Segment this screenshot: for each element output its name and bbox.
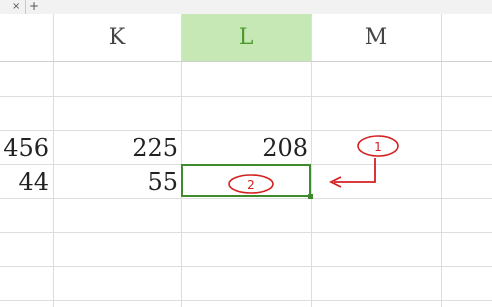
- column-header-m[interactable]: M: [311, 14, 441, 61]
- fill-handle[interactable]: [308, 194, 313, 199]
- cell-k-row2[interactable]: 55: [53, 165, 178, 199]
- column-header-k[interactable]: K: [53, 14, 181, 61]
- column-divider: [441, 14, 442, 307]
- column-header-j[interactable]: [0, 14, 53, 61]
- close-tab-icon[interactable]: ×: [12, 0, 20, 13]
- add-tab-icon[interactable]: +: [29, 0, 39, 13]
- column-header-n[interactable]: [441, 14, 492, 61]
- header-bottom-line: [0, 61, 492, 62]
- cell-k-row1[interactable]: 225: [53, 131, 178, 165]
- row-divider: [0, 300, 492, 301]
- tab-separator: [25, 0, 26, 14]
- column-header-l[interactable]: L: [181, 14, 311, 61]
- cell-j-row1[interactable]: 456: [0, 131, 49, 165]
- cell-j-row2[interactable]: 44: [0, 165, 49, 199]
- column-divider: [311, 14, 312, 307]
- row-divider: [0, 96, 492, 97]
- row-divider: [0, 232, 492, 233]
- selected-cell-l[interactable]: [181, 164, 311, 197]
- row-divider: [0, 266, 492, 267]
- cell-l-row1[interactable]: 208: [181, 131, 308, 165]
- tab-strip: × +: [0, 0, 492, 15]
